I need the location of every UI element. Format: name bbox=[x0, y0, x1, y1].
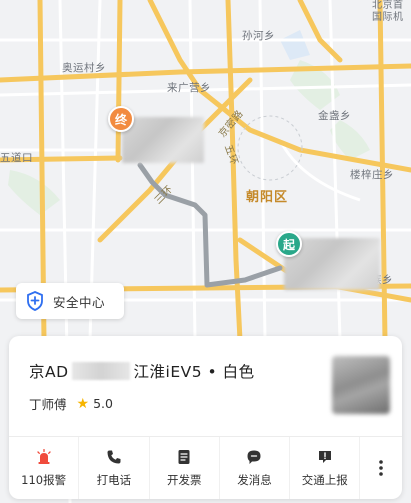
safety-center-button[interactable]: 安全中心 bbox=[16, 283, 124, 319]
more-button[interactable] bbox=[360, 437, 402, 499]
star-icon: ★ bbox=[76, 395, 90, 412]
traffic-report-label: 交通上报 bbox=[301, 473, 348, 487]
map-label-airport-line1: 北京首 bbox=[372, 0, 404, 11]
end-pin[interactable]: 终 bbox=[108, 106, 134, 132]
alarm-icon bbox=[35, 448, 53, 466]
message-button[interactable]: 发消息 bbox=[220, 437, 291, 499]
call-button[interactable]: 打电话 bbox=[79, 437, 150, 499]
plate-row: 京AD 江淮iEV5 • 白色 bbox=[29, 360, 255, 382]
invoice-icon bbox=[175, 448, 193, 466]
message-icon bbox=[245, 448, 263, 466]
map-label-louzizhuang: 楼梓庄乡 bbox=[350, 169, 394, 181]
map-label-chaoyang: 朝阳区 bbox=[246, 190, 289, 205]
alarm-110-label: 110报警 bbox=[21, 473, 67, 487]
action-bar: 110报警 打电话 开发票 发消息 交通上报 bbox=[9, 436, 402, 499]
message-label: 发消息 bbox=[237, 473, 272, 487]
report-icon bbox=[316, 448, 334, 466]
driver-row: 丁师傅 ★ 5.0 bbox=[29, 394, 113, 413]
traffic-report-button[interactable]: 交通上报 bbox=[290, 437, 361, 499]
map-label-airport-line2: 国际机 bbox=[372, 12, 404, 23]
shield-icon bbox=[27, 291, 43, 311]
plate-number-blurred bbox=[71, 362, 130, 380]
start-pin[interactable]: 起 bbox=[276, 231, 302, 257]
driver-card: 京AD 江淮iEV5 • 白色 丁师傅 ★ 5.0 110报警 打电话 开发票 … bbox=[9, 336, 402, 499]
alarm-110-button[interactable]: 110报警 bbox=[9, 437, 80, 499]
end-location-blurred bbox=[122, 117, 204, 163]
more-vertical-icon bbox=[372, 459, 390, 477]
car-model: 江淮iEV5 • 白色 bbox=[133, 363, 255, 381]
map-label-wudaokou: 五道口 bbox=[0, 152, 33, 164]
map-label-laiguangying: 来广营乡 bbox=[167, 82, 211, 94]
driver-avatar[interactable] bbox=[332, 356, 390, 414]
call-label: 打电话 bbox=[96, 473, 132, 487]
driver-name: 丁师傅 bbox=[29, 397, 67, 412]
map-label-jinzhan: 金盏乡 bbox=[318, 110, 351, 122]
end-pin-label: 终 bbox=[114, 112, 127, 127]
map-label-aoyuncun: 奥运村乡 bbox=[62, 62, 106, 74]
start-pin-label: 起 bbox=[282, 237, 295, 252]
safety-center-label: 安全中心 bbox=[53, 294, 106, 310]
invoice-button[interactable]: 开发票 bbox=[150, 437, 220, 499]
plate-prefix: 京AD bbox=[29, 363, 69, 381]
driver-rating: 5.0 bbox=[93, 396, 113, 411]
invoice-label: 开发票 bbox=[166, 473, 202, 487]
map-label-sunhe: 孙河乡 bbox=[242, 30, 275, 42]
map-label-airport: 北京首 国际机 bbox=[372, 0, 404, 24]
phone-icon bbox=[105, 448, 123, 466]
